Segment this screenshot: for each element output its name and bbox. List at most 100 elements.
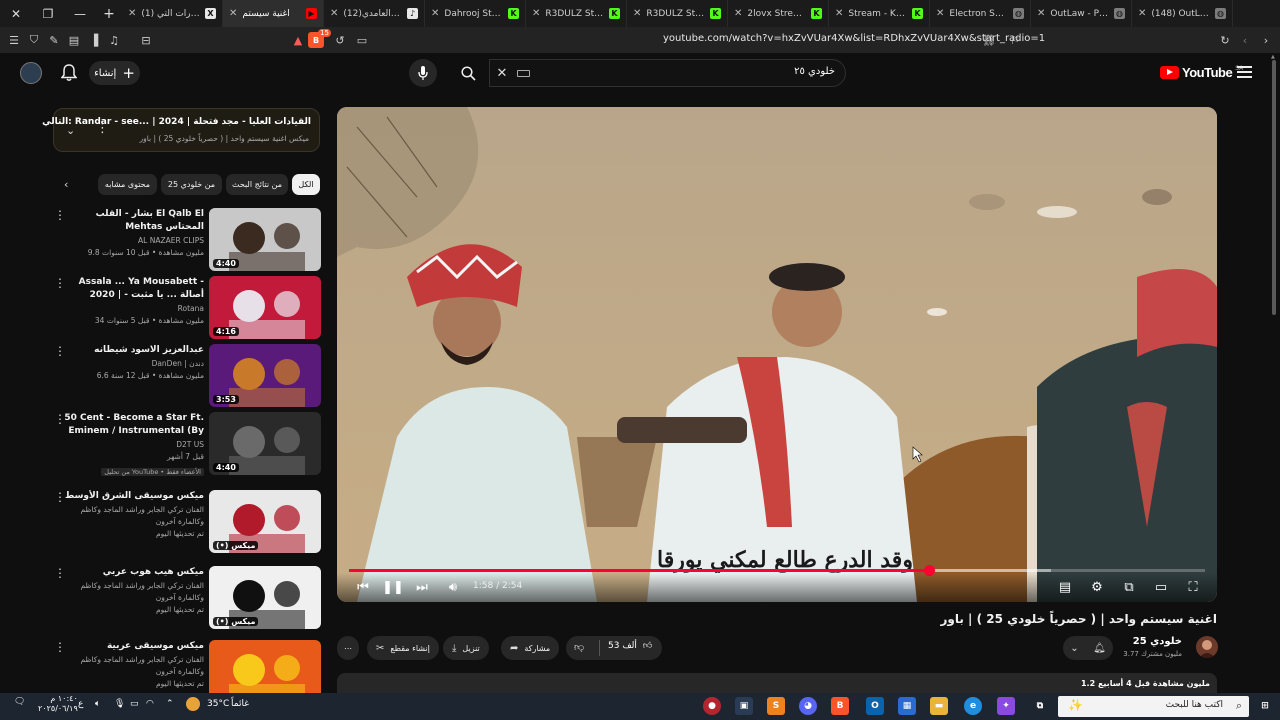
- browser-tab[interactable]: ✕ Stream - Kick Dashb K: [829, 0, 930, 27]
- notifications-bell-icon[interactable]: [61, 64, 77, 82]
- language-indicator[interactable]: ع: [78, 699, 83, 709]
- weather-temp[interactable]: 35°C: [207, 699, 229, 709]
- task-view-icon[interactable]: ⧉: [1031, 697, 1049, 715]
- youtube-logo[interactable]: YouTube SA: [1160, 65, 1243, 80]
- shield-icon[interactable]: ⛉: [24, 27, 44, 53]
- like-button[interactable]: 53 ألف 👍︎: [608, 641, 652, 651]
- edit-icon[interactable]: ✎: [44, 27, 64, 53]
- clock[interactable]: ١٠:٤٠ م ٢٠٢٥/٠٦/١٩: [38, 694, 78, 714]
- speaker-icon[interactable]: 🔈︎: [95, 699, 100, 709]
- browser-tab[interactable]: ✕ (1) المنشورات التي X: [122, 0, 223, 27]
- show-hidden-icons[interactable]: ⌃: [166, 699, 174, 709]
- scrollbar-thumb[interactable]: [1272, 60, 1276, 315]
- chip-from-search[interactable]: من نتائج البحث: [226, 174, 288, 195]
- browser-tab[interactable]: ✕ Electron Services ◍: [930, 0, 1031, 27]
- clear-search-icon[interactable]: ✕: [490, 66, 514, 81]
- windows-start-icon[interactable]: ⊞: [1256, 697, 1274, 715]
- chip-all[interactable]: الكل: [292, 174, 320, 195]
- guide-menu-icon[interactable]: [1237, 66, 1252, 78]
- video-thumbnail[interactable]: 4:16: [209, 276, 321, 339]
- search-button[interactable]: [453, 59, 483, 87]
- related-video-item[interactable]: ⋮ بشار - القلب El Qalb El Mehtas المحتاس A…: [52, 208, 322, 272]
- voice-search-button[interactable]: [409, 59, 437, 87]
- browser-tab[interactable]: ✕ 2lovx Stream - Watc K: [728, 0, 829, 27]
- discord-app-icon[interactable]: ◕: [799, 697, 817, 715]
- browser-tab[interactable]: ✕ R3DULZ Stream - W K: [627, 0, 728, 27]
- close-tab-icon[interactable]: ✕: [633, 8, 641, 19]
- weather-desc[interactable]: غائماً: [231, 699, 249, 709]
- pause-icon[interactable]: ❚❚: [382, 577, 404, 597]
- close-tab-icon[interactable]: ✕: [431, 8, 439, 19]
- new-tab-button[interactable]: +: [96, 0, 122, 27]
- close-tab-icon[interactable]: ✕: [835, 8, 843, 19]
- download-button[interactable]: ⤓ تنزيل: [443, 636, 489, 660]
- close-tab-icon[interactable]: ✕: [734, 8, 742, 19]
- browser-tab[interactable]: ✕ اغنية سيستم ▶: [223, 0, 324, 27]
- volume-icon[interactable]: 🔊︎: [443, 577, 463, 597]
- close-window-icon[interactable]: ✕: [0, 0, 32, 27]
- progress-bar[interactable]: [349, 565, 1205, 576]
- close-tab-icon[interactable]: ✕: [330, 8, 338, 19]
- forward-icon[interactable]: ›: [1256, 27, 1276, 53]
- related-video-item[interactable]: ⋮ Assala ... Ya Mousabett - 2020 | أصالة …: [52, 276, 322, 340]
- sublime-app-icon[interactable]: S: [767, 697, 785, 715]
- related-video-item[interactable]: ⋮ ميكس موسيقى الشرق الأوسط الفنان تركي الج…: [52, 490, 322, 554]
- close-tab-icon[interactable]: ✕: [532, 8, 540, 19]
- close-tab-icon[interactable]: ✕: [229, 8, 237, 19]
- copilot-app-icon[interactable]: ✦: [997, 697, 1015, 715]
- video-thumbnail[interactable]: (•) ميكس: [209, 490, 321, 553]
- close-tab-icon[interactable]: ✕: [1037, 8, 1045, 19]
- channel-avatar[interactable]: [1196, 636, 1218, 658]
- browser-tab[interactable]: ✕ (12)حسن العامدي (♪: [324, 0, 425, 27]
- music-icon[interactable]: ♫: [104, 27, 124, 53]
- previous-icon[interactable]: ⏮: [353, 577, 373, 597]
- fullscreen-icon[interactable]: ⛶: [1183, 577, 1203, 597]
- settings-gear-icon[interactable]: ⚙: [1087, 577, 1107, 597]
- video-thumbnail[interactable]: 3:53: [209, 344, 321, 407]
- minimize-window-icon[interactable]: —: [64, 0, 96, 27]
- tab-search-icon[interactable]: ⊟: [136, 27, 156, 53]
- related-video-item[interactable]: ⋮ عبدالعزيز الاسود شيطانه DanDen | دندن 6.6…: [52, 344, 322, 408]
- browser-tab[interactable]: ✕ OutLaw - Player Pa ◍: [1031, 0, 1132, 27]
- theater-mode-icon[interactable]: ▭: [1151, 577, 1171, 597]
- dislike-icon[interactable]: 👎︎: [574, 641, 584, 653]
- back-icon[interactable]: ‹: [1235, 27, 1255, 53]
- microphone-tray-icon[interactable]: 🎙︎: [114, 699, 125, 709]
- restore-window-icon[interactable]: ❐: [32, 0, 64, 27]
- related-video-item[interactable]: ⋮ ميكس هيب هوب عربي الفنان تركي الجابر ورا…: [52, 566, 322, 630]
- browser-tab[interactable]: ✕ R3DULZ Stream - W K: [526, 0, 627, 27]
- close-tab-icon[interactable]: ✕: [128, 8, 136, 19]
- menu-icon[interactable]: ☰: [4, 27, 24, 53]
- video-thumbnail[interactable]: 4:40: [209, 208, 321, 271]
- next-icon[interactable]: ⏭: [412, 577, 432, 597]
- create-button[interactable]: إنشاء +: [89, 61, 140, 85]
- clip-button[interactable]: ✂ إنشاء مقطع: [367, 636, 439, 660]
- video-thumbnail[interactable]: (•) ميكس: [209, 566, 321, 629]
- close-tab-icon[interactable]: ✕: [936, 8, 944, 19]
- folder-app-icon[interactable]: ▬: [930, 697, 948, 715]
- sidebar-icon[interactable]: ▐: [84, 27, 104, 53]
- network-icon[interactable]: ▭: [130, 699, 139, 709]
- channel-name[interactable]: خلودي 25: [1133, 636, 1182, 647]
- search-input[interactable]: ✕ خلودي ٢٥: [489, 59, 846, 87]
- taskbar-search[interactable]: ✨ اكتب هنا للبحث ⌕: [1058, 696, 1249, 717]
- playlist-panel[interactable]: ⌄ ⋮ التالي: Randar - see... | القيادات ا…: [42, 108, 320, 152]
- reload-icon[interactable]: ↻: [1215, 27, 1235, 53]
- keyboard-icon[interactable]: [517, 69, 530, 77]
- share-button[interactable]: ➦ مشاركة: [501, 636, 560, 660]
- outlook-app-icon[interactable]: O: [866, 697, 884, 715]
- browser-tab[interactable]: ✕ (148) OutLawRp 2.0 ◍: [1132, 0, 1233, 27]
- image-icon[interactable]: ▤: [64, 27, 84, 53]
- chevron-left-icon[interactable]: ‹: [64, 178, 68, 191]
- close-tab-icon[interactable]: ✕: [1138, 8, 1146, 19]
- video-player[interactable]: وقد الدرع طالع لمكني يورقا ⏮ ❚❚ ⏭ 🔊︎ 1:5…: [337, 107, 1217, 602]
- chip-from-channel[interactable]: من خلودي 25: [161, 174, 222, 195]
- rewards-icon[interactable]: ▲: [288, 27, 308, 53]
- notifications-icon[interactable]: 🗨︎: [14, 697, 25, 707]
- chip-related[interactable]: محتوى مشابه: [98, 174, 157, 195]
- browser-tab[interactable]: ✕ Dahrooj Stream - W K: [425, 0, 526, 27]
- brave-app-icon[interactable]: B: [831, 697, 849, 715]
- reload-history-icon[interactable]: ↺: [330, 27, 350, 53]
- obs-app-icon[interactable]: ●: [703, 697, 721, 715]
- weather-icon[interactable]: [186, 697, 200, 711]
